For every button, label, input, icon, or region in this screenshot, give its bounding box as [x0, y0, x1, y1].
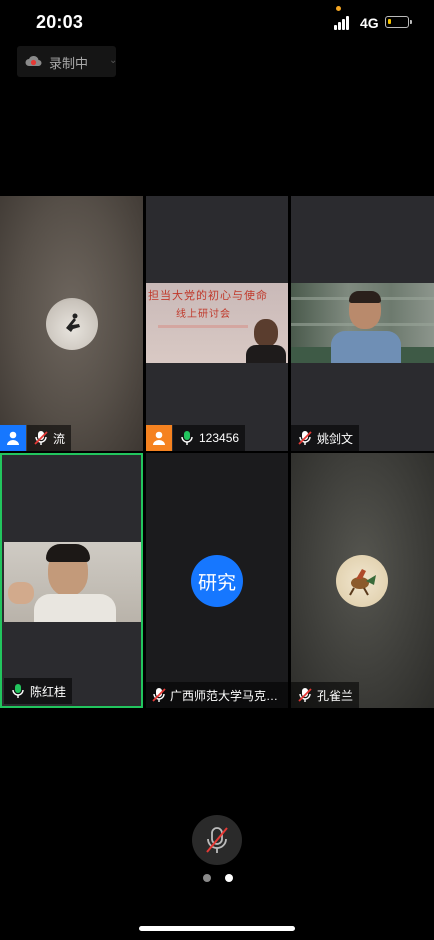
participant-name: 123456 [199, 431, 240, 445]
participant-name-tag: 广西师范大学马克思主... [146, 682, 288, 708]
battery-icon [385, 16, 412, 28]
participant-name-tag: 孔雀兰 [291, 682, 360, 708]
participant-name: 孔雀兰 [317, 688, 354, 703]
cloud-icon [25, 55, 42, 66]
page-dot[interactable] [203, 874, 211, 882]
mic-muted-icon [295, 430, 315, 446]
participant-tile[interactable]: 孔雀兰 [291, 453, 434, 708]
user-icon [153, 431, 165, 445]
network-type: 4G [360, 15, 379, 31]
participant-tile[interactable]: 担当大党的初心与使命 线上研讨会 123456 [146, 196, 288, 451]
participant-video: 担当大党的初心与使命 线上研讨会 [146, 283, 288, 363]
recording-label: 录制中 [49, 56, 89, 71]
participant-name-tag: 流 [27, 425, 72, 451]
participant-text-avatar: 研究 [191, 555, 243, 607]
participant-name: 流 [53, 431, 66, 446]
mic-muted-icon [31, 430, 51, 446]
participant-tile[interactable]: 姚剑文 [291, 196, 434, 451]
participant-video [291, 283, 434, 363]
page-dot[interactable] [225, 874, 233, 882]
participant-name-tag: 陈红桂 [4, 678, 73, 704]
slide-subtitle: 线上研讨会 [176, 309, 231, 320]
page-indicator [203, 874, 233, 884]
avatar-text: 研究 [197, 572, 236, 594]
status-bar: 20:03 4G [0, 0, 434, 44]
participant-name: 广西师范大学马克思主... [170, 688, 282, 703]
mic-muted-icon [150, 687, 168, 703]
signal-icon [334, 16, 354, 30]
participant-tile-active-speaker[interactable]: 陈红桂 [0, 453, 143, 708]
status-time: 20:03 [36, 12, 84, 32]
home-indicator[interactable] [139, 926, 295, 931]
mic-active-icon [8, 683, 28, 699]
participant-tile[interactable]: 研究 广西师范大学马克思主... [146, 453, 288, 708]
participant-name-tag: 姚剑文 [291, 425, 360, 451]
participant-name: 姚剑文 [317, 431, 354, 446]
privacy-indicator-dot [336, 6, 341, 11]
participant-tile[interactable]: 流 [0, 196, 143, 451]
participant-name-tag: 123456 [173, 425, 246, 451]
user-icon [7, 431, 19, 445]
participant-video [4, 542, 141, 622]
participant-name: 陈红桂 [30, 684, 67, 699]
chevron-down-icon: ⌄ [109, 55, 118, 66]
slide-title: 担当大党的初心与使命 [148, 289, 268, 302]
participant-avatar [46, 298, 98, 350]
user-badge [146, 425, 172, 451]
mute-button[interactable] [192, 815, 242, 865]
mic-muted-icon [295, 687, 315, 703]
user-badge [0, 425, 26, 451]
mic-muted-icon [206, 827, 228, 853]
participant-avatar [336, 555, 388, 607]
participant-person [327, 291, 407, 363]
participant-person [8, 544, 124, 622]
recording-indicator[interactable]: 录制中 ⌄ [17, 46, 118, 77]
mic-active-icon [177, 430, 197, 446]
participant-person [246, 319, 286, 363]
